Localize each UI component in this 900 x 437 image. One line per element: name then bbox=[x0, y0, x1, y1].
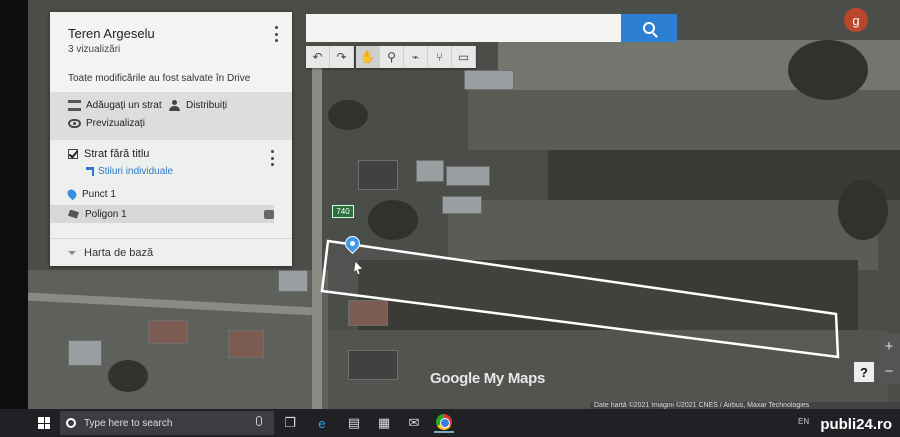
publi24-watermark: publi24.ro bbox=[820, 416, 892, 433]
windows-start-icon[interactable] bbox=[38, 417, 50, 429]
add-layer-label: Adăugați un strat bbox=[86, 100, 162, 111]
layers-icon bbox=[68, 100, 81, 111]
tree bbox=[788, 40, 868, 100]
building bbox=[446, 166, 490, 186]
style-bucket-icon[interactable] bbox=[264, 209, 274, 219]
cortana-icon bbox=[66, 418, 76, 428]
building bbox=[148, 320, 188, 344]
field-area bbox=[328, 330, 888, 410]
tree bbox=[838, 180, 888, 240]
building bbox=[228, 330, 264, 358]
zoom-control: + − bbox=[878, 334, 900, 384]
layer-header: Strat fără titlu bbox=[68, 148, 278, 160]
feature-item-polygon-1[interactable]: Poligon 1 bbox=[50, 205, 274, 223]
share-button[interactable]: Distribuiți bbox=[168, 100, 227, 111]
road-number-shield: 740 bbox=[332, 205, 354, 218]
preview-label: Previzualizați bbox=[86, 118, 145, 129]
layer-visibility-checkbox[interactable] bbox=[68, 149, 78, 159]
map-actions: Adăugați un strat Distribuiți Previzuali… bbox=[50, 92, 292, 140]
tree bbox=[368, 200, 418, 240]
taskbar-search[interactable]: Type here to search bbox=[60, 411, 274, 435]
eye-icon bbox=[68, 119, 81, 128]
base-map-label: Harta de bază bbox=[84, 246, 154, 259]
tree bbox=[108, 360, 148, 392]
polygon-icon bbox=[68, 209, 79, 219]
building bbox=[68, 340, 102, 366]
tree bbox=[328, 100, 368, 130]
feature-label: Poligon 1 bbox=[85, 208, 127, 220]
draw-line-button[interactable]: ⌁ bbox=[404, 46, 428, 68]
layer-options-icon[interactable] bbox=[266, 150, 278, 166]
save-status: Toate modificările au fost salvate în Dr… bbox=[68, 73, 251, 84]
road-vertical bbox=[312, 60, 322, 410]
search-input[interactable] bbox=[306, 14, 622, 42]
paint-roller-icon bbox=[86, 167, 94, 176]
edge-icon[interactable]: e bbox=[312, 413, 332, 433]
preview-button[interactable]: Previzualizați bbox=[68, 118, 145, 129]
measure-button[interactable]: ▭ bbox=[452, 46, 476, 68]
zoom-in-button[interactable]: + bbox=[878, 334, 900, 359]
point-marker-icon bbox=[65, 187, 79, 201]
search-button[interactable] bbox=[621, 14, 677, 42]
view-count: 3 vizualizări bbox=[68, 44, 121, 55]
map-options-icon[interactable] bbox=[270, 26, 282, 42]
share-label: Distribuiți bbox=[186, 100, 228, 111]
hand-tool-button[interactable]: ✋ bbox=[356, 46, 380, 68]
add-layer-button[interactable]: Adăugați un strat bbox=[68, 100, 162, 111]
building bbox=[348, 350, 398, 380]
store-icon[interactable]: ▦ bbox=[374, 413, 394, 433]
feature-item-point-1[interactable]: Punct 1 bbox=[50, 185, 274, 203]
map-header: Teren Argeselu 3 vizualizări Toate modif… bbox=[50, 12, 292, 92]
add-person-icon bbox=[168, 100, 181, 111]
zoom-out-button[interactable]: − bbox=[878, 359, 900, 384]
windows-taskbar: Type here to search ❐ e ▤ ▦ ✉ EN bbox=[0, 409, 900, 437]
help-button[interactable]: ? bbox=[854, 362, 874, 382]
directions-button[interactable]: ⑂ bbox=[428, 46, 452, 68]
redo-button[interactable]: ↷ bbox=[330, 46, 354, 68]
building bbox=[416, 160, 444, 182]
chrome-icon[interactable] bbox=[434, 413, 454, 433]
individual-styles-link[interactable]: Stiluri individuale bbox=[86, 166, 278, 177]
language-indicator[interactable]: EN bbox=[798, 417, 809, 426]
drawing-toolbar: ✋ ⚲ ⌁ ⑂ ▭ bbox=[356, 46, 476, 68]
mail-icon[interactable]: ✉ bbox=[404, 413, 424, 433]
add-marker-button[interactable]: ⚲ bbox=[380, 46, 404, 68]
microphone-icon[interactable] bbox=[256, 416, 262, 426]
map-panel: Teren Argeselu 3 vizualizări Toate modif… bbox=[50, 12, 292, 266]
building bbox=[464, 70, 514, 90]
google-my-maps-logo: Google My Maps bbox=[430, 370, 545, 387]
building bbox=[358, 160, 398, 190]
layer-name[interactable]: Strat fără titlu bbox=[84, 148, 149, 160]
account-avatar[interactable]: g bbox=[844, 8, 868, 32]
undo-button[interactable]: ↶ bbox=[306, 46, 330, 68]
map-title[interactable]: Teren Argeselu bbox=[68, 26, 274, 41]
taskbar-search-placeholder: Type here to search bbox=[84, 417, 173, 429]
task-view-icon[interactable]: ❐ bbox=[280, 413, 300, 433]
chevron-down-icon bbox=[68, 250, 76, 255]
map-toolbar: ↶ ↷ bbox=[306, 46, 354, 68]
feature-label: Punct 1 bbox=[82, 188, 116, 200]
building bbox=[278, 270, 308, 292]
layer-section: Strat fără titlu Stiluri individuale Pun… bbox=[50, 140, 292, 236]
building bbox=[348, 300, 388, 326]
file-explorer-icon[interactable]: ▤ bbox=[344, 413, 364, 433]
individual-styles-label: Stiluri individuale bbox=[98, 166, 174, 177]
building bbox=[442, 196, 482, 214]
search-icon bbox=[643, 22, 655, 34]
base-map-toggle[interactable]: Harta de bază bbox=[50, 238, 292, 266]
